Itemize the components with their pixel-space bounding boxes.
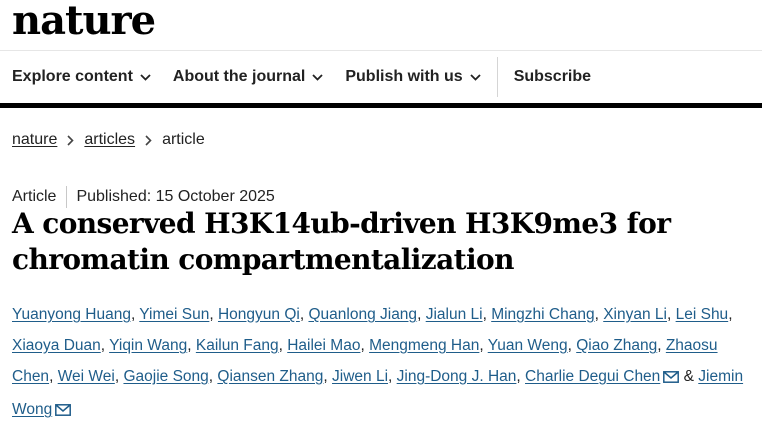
author-separator: , [100, 337, 106, 354]
author-separator: , [208, 368, 214, 385]
author-separator: , [388, 368, 393, 385]
author-link[interactable]: Quanlong Jiang [308, 306, 417, 323]
author-link[interactable]: Hongyun Qi [218, 306, 300, 323]
author-link[interactable]: Yuanyong Huang [12, 306, 131, 323]
article-meta: Article Published: 15 October 2025 [12, 186, 275, 208]
breadcrumb-nature[interactable]: nature [12, 131, 57, 149]
author-separator: , [278, 337, 283, 354]
article-title: A conserved H3K14ub-driven H3K9me3 for c… [12, 207, 671, 276]
breadcrumb: nature articles article [12, 131, 205, 149]
nav-bottom-rule [0, 103, 762, 108]
author-separator: , [728, 306, 733, 323]
author-link[interactable]: Charlie Degui Chen [525, 368, 660, 385]
nav-about-journal[interactable]: About the journal [151, 51, 323, 103]
meta-divider [66, 186, 68, 208]
author-separator: , [299, 306, 305, 323]
chevron-down-icon [140, 73, 151, 81]
author-link[interactable]: Wei Wei [58, 368, 115, 385]
author-link[interactable]: Yuan Weng [488, 337, 568, 354]
author-final-joiner: & [683, 368, 694, 385]
author-separator: , [130, 306, 136, 323]
author-separator: , [49, 368, 54, 385]
nature-logo[interactable]: nature [12, 0, 156, 45]
author-link[interactable]: Kailun Fang [196, 337, 279, 354]
author-separator: , [323, 368, 328, 385]
author-link[interactable]: Xiaoya Duan [12, 337, 101, 354]
nav-explore-content[interactable]: Explore content [0, 51, 151, 103]
main-nav: Explore content About the journal Publis… [0, 51, 762, 103]
author-separator: , [516, 368, 521, 385]
envelope-icon[interactable] [55, 396, 72, 427]
author-link[interactable]: Xinyan Li [603, 306, 667, 323]
author-separator: , [360, 337, 365, 354]
author-link[interactable]: Lei Shu [676, 306, 729, 323]
author-link[interactable]: Qiao Zhang [576, 337, 657, 354]
author-separator: , [479, 337, 484, 354]
author-separator: , [594, 306, 599, 323]
author-separator: , [209, 306, 214, 323]
author-link[interactable]: Jing-Dong J. Han [397, 368, 517, 385]
author-link[interactable]: Mengmeng Han [369, 337, 479, 354]
breadcrumb-current: article [162, 131, 205, 148]
chevron-down-icon [312, 73, 323, 81]
author-separator: , [417, 306, 422, 323]
nav-explore-label: Explore content [12, 68, 133, 85]
nav-subscribe[interactable]: Subscribe [498, 51, 591, 103]
author-link[interactable]: Mingzhi Chang [491, 306, 594, 323]
author-link[interactable]: Yiqin Wang [109, 337, 187, 354]
author-separator: , [114, 368, 120, 385]
nav-subscribe-label: Subscribe [513, 68, 592, 85]
envelope-icon[interactable] [663, 363, 680, 394]
author-link[interactable]: Jialun Li [426, 306, 483, 323]
author-link[interactable]: Gaojie Song [123, 368, 208, 385]
author-separator: , [657, 337, 662, 354]
author-link[interactable]: Yimei Sun [139, 306, 209, 323]
author-separator: , [567, 337, 572, 354]
breadcrumb-articles[interactable]: articles [84, 131, 135, 149]
nav-about-label: About the journal [172, 68, 306, 85]
chevron-right-icon [67, 134, 75, 146]
chevron-right-icon [145, 134, 152, 146]
author-separator: , [187, 337, 192, 354]
author-separator: , [482, 306, 487, 323]
author-link[interactable]: Jiwen Li [332, 368, 388, 385]
author-separator: , [666, 306, 672, 323]
author-link[interactable]: Qiansen Zhang [217, 368, 323, 385]
chevron-down-icon [470, 73, 481, 81]
author-list: Yuanyong Huang, Yimei Sun, Hongyun Qi, Q… [12, 299, 752, 427]
nav-publish-with-us[interactable]: Publish with us [323, 51, 481, 103]
published-date: Published: 15 October 2025 [76, 188, 275, 205]
nav-publish-label: Publish with us [345, 68, 463, 85]
author-link[interactable]: Hailei Mao [287, 337, 360, 354]
article-type: Article [12, 188, 57, 205]
